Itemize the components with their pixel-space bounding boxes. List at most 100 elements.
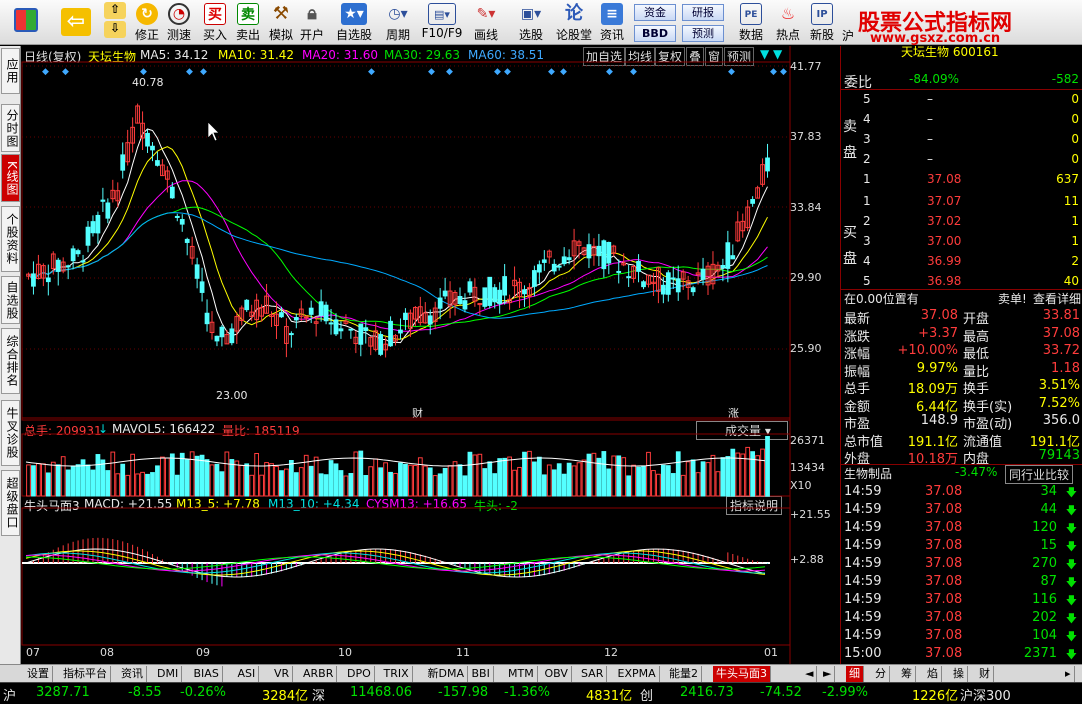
volume-bar	[591, 452, 597, 497]
tab-item[interactable]: TRIX	[381, 666, 413, 682]
tab-item[interactable]: BIAS	[191, 666, 223, 682]
tab-item[interactable]: 设置	[24, 666, 53, 682]
tab-item[interactable]: ARBR	[300, 666, 338, 682]
volume-bar	[412, 465, 418, 497]
panel-frame	[21, 507, 791, 646]
candle-body	[536, 264, 542, 273]
candle-body	[80, 260, 86, 263]
ask-price[interactable]: –	[927, 152, 933, 166]
candle-body	[219, 326, 225, 338]
ask-level: 3	[863, 132, 871, 146]
panel-tab[interactable]: 分	[872, 666, 890, 682]
panel-tab[interactable]: 细	[846, 666, 864, 682]
volume-bar	[169, 453, 175, 497]
bid-price[interactable]: 36.98	[927, 274, 961, 288]
panel-tabs: 细分筹焰操财 ▸	[840, 664, 1082, 682]
volume-bar	[641, 465, 646, 497]
tab-item[interactable]: MTM	[505, 666, 538, 682]
tab-item[interactable]: 新DMA	[425, 666, 468, 682]
panel-tab[interactable]: 财	[976, 666, 994, 682]
volume-bar	[219, 471, 225, 497]
weibi-label: 委比	[844, 75, 872, 91]
scroll-arrows-icon[interactable]: ▸	[1062, 666, 1075, 682]
panel-tab[interactable]: 焰	[924, 666, 942, 682]
sector-pct: -3.47%	[955, 465, 998, 479]
volume-bar	[209, 464, 215, 497]
diamond-marker-icon: ◆	[200, 67, 207, 77]
kline-chart-canvas[interactable]: ◆ ◆ ◆ ◆ ◆ ◆ ◆ ◆ ◆ ◆ ◆ ◆ ◆ ◆ ◆ ◆ ◆	[0, 0, 840, 664]
view-detail-link[interactable]: 查看详细	[1033, 290, 1081, 307]
volume-bar	[125, 474, 131, 497]
tab-item[interactable]: 能量2	[666, 666, 702, 682]
volume-bar	[353, 451, 359, 497]
tab-item[interactable]: 牛头马面3	[713, 666, 771, 682]
volume-bar	[135, 473, 140, 497]
diamond-marker-icon: ◆	[494, 67, 501, 77]
volume-bar	[323, 474, 329, 497]
tab-item[interactable]: DPO	[344, 666, 375, 682]
tick-time: 14:59	[844, 628, 882, 643]
ask-price[interactable]: –	[927, 92, 933, 106]
stat-value: +10.00%	[897, 343, 958, 358]
volume-bar	[502, 457, 508, 497]
stat-value: 148.9	[920, 413, 958, 428]
volume-bar	[333, 463, 339, 497]
bid-price[interactable]: 36.99	[927, 254, 961, 268]
ask-price[interactable]: 37.08	[927, 172, 961, 186]
sell-order-link[interactable]: 卖单!	[998, 290, 1027, 307]
stat-label: 市盈	[844, 417, 871, 432]
scroll-right-icon[interactable]: ►	[820, 666, 836, 682]
tick-volume: 104	[1032, 628, 1057, 643]
candle-body	[690, 287, 696, 293]
ask-volume: 0	[1071, 152, 1079, 166]
ask-price[interactable]: –	[927, 132, 933, 146]
sz-pct: -1.36%	[504, 685, 550, 700]
ma-line	[28, 212, 768, 319]
tab-item[interactable]: OBV	[542, 666, 572, 682]
sz-index[interactable]: 11468.06	[350, 685, 412, 700]
tick-row: 14:59 37.08 87 🡇	[841, 574, 1082, 592]
scroll-left-icon[interactable]: ◄	[802, 666, 818, 682]
stat-label: 最高	[963, 329, 990, 345]
candle-body	[586, 244, 592, 259]
volume-bar	[536, 456, 542, 497]
panel-tab[interactable]: 筹	[898, 666, 916, 682]
tab-item[interactable]: BBI	[469, 666, 494, 682]
candle-body	[75, 250, 81, 255]
tab-item[interactable]: DMI	[154, 666, 183, 682]
tick-row: 14:59 37.08 116 🡇	[841, 592, 1082, 610]
candle-body	[442, 290, 448, 297]
tab-item[interactable]: SAR	[578, 666, 608, 682]
sh-button[interactable]: 沪	[840, 0, 856, 45]
cy-index[interactable]: 2416.73	[680, 685, 734, 700]
stat-value: 191.1亿	[1029, 434, 1080, 450]
cy-pct: -2.99%	[822, 685, 868, 700]
hs300-label[interactable]: 沪深300	[960, 685, 1011, 704]
volume-bar	[611, 455, 617, 497]
mavol-line	[25, 457, 766, 467]
tab-item[interactable]: 指标平台	[60, 666, 111, 682]
candle-body	[482, 287, 488, 307]
panel-tab[interactable]: 操	[950, 666, 968, 682]
volume-bar	[675, 451, 681, 497]
tab-item[interactable]: VR	[271, 666, 294, 682]
candle-body	[85, 226, 91, 246]
weibi-row: 委比 -84.09% -582	[841, 72, 1082, 91]
volume-bar	[110, 451, 116, 497]
tab-item[interactable]: 资讯	[118, 666, 147, 682]
ask-price[interactable]: –	[927, 112, 933, 126]
tab-item[interactable]: ASI	[235, 666, 260, 682]
volume-bar	[551, 469, 557, 497]
sz-amount: 4831亿	[586, 689, 633, 704]
sector-name[interactable]: 生物制品	[844, 465, 892, 482]
sh-index[interactable]: 3287.71	[36, 685, 90, 700]
candle-body	[398, 329, 403, 334]
tab-item[interactable]: EXPMA	[615, 666, 660, 682]
tick-volume: 116	[1032, 592, 1057, 607]
compare-industry-button[interactable]: 同行业比较	[1005, 465, 1074, 484]
bid-price[interactable]: 37.07	[927, 194, 961, 208]
panel-title: 天坛生物 600161	[841, 46, 1082, 60]
bid-price[interactable]: 37.00	[927, 234, 961, 248]
bid-price[interactable]: 37.02	[927, 214, 961, 228]
stat-value: 79143	[1038, 448, 1080, 463]
